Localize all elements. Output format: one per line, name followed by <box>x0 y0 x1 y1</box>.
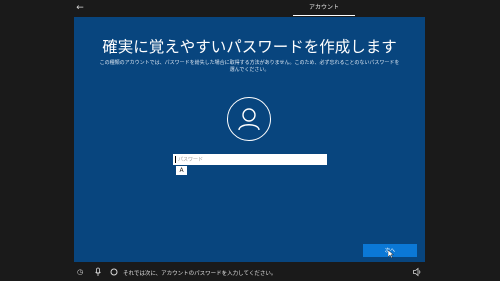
volume-icon[interactable] <box>412 267 422 277</box>
page-subtitle: この種類のアカウントでは、パスワードを紛失した場合に取得する方法がありません。こ… <box>99 60 400 73</box>
microphone-icon[interactable] <box>93 267 103 277</box>
tab-account-label: アカウント <box>308 4 339 11</box>
mouse-pointer-icon <box>388 250 394 258</box>
top-bar: ← アカウント <box>0 0 500 16</box>
back-button[interactable]: ← <box>70 2 90 14</box>
ease-of-access-icon[interactable]: ◷ <box>75 267 85 277</box>
tab-underline <box>293 15 355 16</box>
bottom-bar: ◷ それでは次に、アカウントのパスワードを入力してください。 <box>0 264 500 281</box>
ime-mode-indicator: A <box>176 166 187 175</box>
cortana-icon[interactable] <box>109 267 119 277</box>
page-title: 確実に覚えやすいパスワードを作成します <box>102 38 397 56</box>
text-caret <box>175 156 176 163</box>
setup-panel: 確実に覚えやすいパスワードを作成します この種類のアカウントでは、パスワードを紛… <box>74 17 425 262</box>
user-avatar-icon <box>227 97 271 141</box>
status-text: それでは次に、アカウントのパスワードを入力してください。 <box>123 271 277 277</box>
password-input[interactable] <box>173 154 327 165</box>
tab-account: アカウント <box>293 2 355 16</box>
back-arrow-icon: ← <box>76 3 84 13</box>
